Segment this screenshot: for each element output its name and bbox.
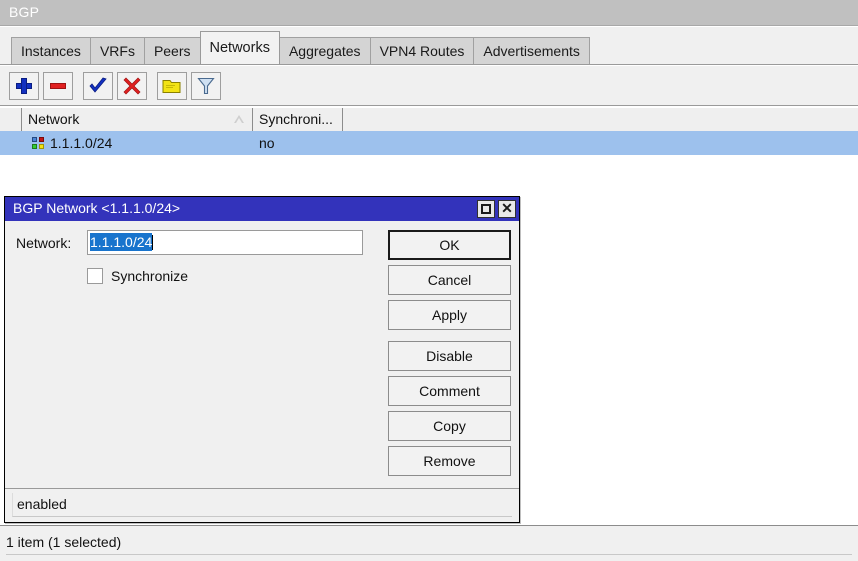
text-caret	[152, 235, 153, 250]
network-field-label: Network:	[16, 235, 71, 251]
tab-vpn4-routes[interactable]: VPN4 Routes	[370, 37, 475, 64]
cell-spacer	[343, 131, 858, 155]
window-statusbar: 1 item (1 selected)	[0, 525, 858, 561]
dialog-body: Network: 1.1.1.0/24 Synchronize OK Cance…	[5, 221, 519, 490]
cell-network: 1.1.1.0/24	[22, 131, 253, 155]
dialog-status-text: enabled	[12, 493, 512, 517]
dialog-statusbar: enabled	[5, 488, 519, 522]
tab-vrfs[interactable]: VRFs	[90, 37, 145, 64]
disable-button[interactable]	[117, 72, 147, 100]
tab-aggregates[interactable]: Aggregates	[279, 37, 371, 64]
tabstrip-underline	[0, 64, 858, 65]
remove-button-dialog[interactable]: Remove	[388, 446, 511, 476]
tab-instances[interactable]: Instances	[11, 37, 91, 64]
remove-button[interactable]	[43, 72, 73, 100]
column-header-flag[interactable]	[0, 108, 22, 131]
window-title: BGP	[9, 4, 39, 20]
column-header-synchronize[interactable]: Synchroni...	[253, 108, 343, 131]
disable-button-dialog[interactable]: Disable	[388, 341, 511, 371]
bgp-window: BGP Instances VRFs Peers Networks Aggreg…	[0, 0, 858, 561]
tab-peers[interactable]: Peers	[144, 37, 201, 64]
network-input[interactable]: 1.1.1.0/24	[87, 230, 363, 255]
column-header-spacer	[343, 108, 858, 131]
comment-button-dialog[interactable]: Comment	[388, 376, 511, 406]
table-body: 1.1.1.0/24 no	[0, 131, 858, 156]
dialog-title: BGP Network <1.1.1.0/24>	[13, 200, 180, 216]
synchronize-label: Synchronize	[111, 268, 188, 284]
dialog-titlebar[interactable]: BGP Network <1.1.1.0/24> ✕	[5, 197, 519, 221]
apply-button[interactable]: Apply	[388, 300, 511, 330]
toolbar-buttons	[9, 72, 225, 100]
cancel-button[interactable]: Cancel	[388, 265, 511, 295]
tabstrip: Instances VRFs Peers Networks Aggregates…	[0, 27, 858, 65]
enable-button[interactable]	[83, 72, 113, 100]
add-button[interactable]	[9, 72, 39, 100]
cell-synchronize: no	[253, 131, 343, 155]
synchronize-checkbox[interactable]	[87, 268, 103, 284]
copy-button[interactable]: Copy	[388, 411, 511, 441]
item-count-status: 1 item (1 selected)	[6, 531, 852, 555]
tabs-row: Instances VRFs Peers Networks Aggregates…	[11, 31, 589, 64]
table-header: Network Synchroni...	[0, 107, 858, 131]
tab-advertisements[interactable]: Advertisements	[473, 37, 589, 64]
restore-icon	[481, 204, 491, 214]
network-input-value: 1.1.1.0/24	[90, 233, 152, 251]
toolbar-underline	[0, 105, 858, 106]
comment-button[interactable]	[157, 72, 187, 100]
table-row[interactable]: 1.1.1.0/24 no	[0, 131, 858, 156]
networks-table: Network Synchroni... 1.1.1.0/24 no	[0, 107, 858, 156]
toolbar	[0, 66, 858, 106]
funnel-icon	[197, 77, 215, 96]
synchronize-row[interactable]: Synchronize	[87, 266, 188, 286]
cell-flag	[0, 131, 22, 155]
note-icon	[162, 78, 182, 95]
filter-button[interactable]	[191, 72, 221, 100]
dialog-buttons: OK Cancel Apply Disable Comment Copy Rem…	[388, 230, 511, 481]
check-icon	[88, 77, 108, 95]
close-icon: ✕	[499, 201, 515, 217]
close-button[interactable]: ✕	[498, 200, 516, 218]
tab-networks[interactable]: Networks	[200, 31, 280, 64]
window-titlebar: BGP	[0, 0, 858, 26]
column-header-network[interactable]: Network	[22, 108, 253, 131]
ok-button[interactable]: OK	[388, 230, 511, 260]
sort-ascending-icon	[234, 115, 244, 123]
cross-icon	[123, 77, 141, 95]
bgp-network-dialog: BGP Network <1.1.1.0/24> ✕ Network: 1.1.…	[4, 196, 520, 523]
maximize-restore-button[interactable]	[477, 200, 495, 218]
column-header-network-label: Network	[28, 111, 79, 127]
